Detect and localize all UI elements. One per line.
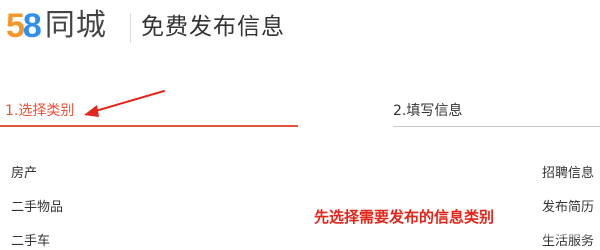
category-jobs[interactable]: 招聘信息 (542, 166, 594, 182)
step-fill-info[interactable]: 2.填写信息 (393, 102, 462, 120)
instruction-annotation: 先选择需要发布的信息类别 (314, 208, 495, 226)
page-title: 免费发布信息 (141, 14, 285, 40)
arrow-shaft (91, 90, 165, 113)
category-housing[interactable]: 房产 (11, 166, 37, 182)
site-header: 5 8 同城 免费发布信息 (0, 0, 600, 60)
category-second-hand-goods[interactable]: 二手物品 (11, 200, 63, 216)
site-logo[interactable]: 5 8 同城 (6, 8, 107, 44)
logo-word: 同城 (44, 8, 107, 43)
step-select-category[interactable]: 1.选择类别 (5, 102, 74, 120)
inactive-step-underline (393, 126, 600, 127)
red-arrow-icon (84, 90, 165, 117)
arrow-head (84, 105, 99, 117)
logo-digit-8: 8 (22, 7, 42, 45)
watermark-icon (494, 217, 592, 241)
category-used-cars[interactable]: 二手车 (11, 234, 50, 250)
active-step-underline (0, 125, 298, 127)
header-divider (130, 13, 131, 43)
